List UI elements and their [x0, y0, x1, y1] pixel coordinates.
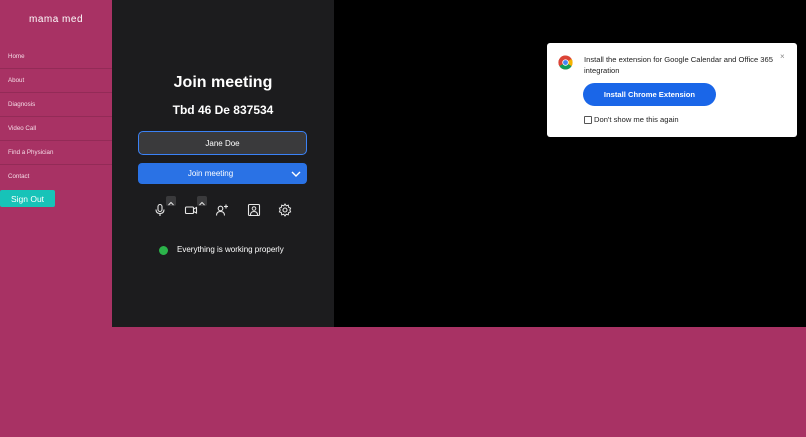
microphone-icon[interactable]: [153, 203, 167, 217]
gear-icon[interactable]: [278, 203, 292, 217]
close-icon[interactable]: ×: [780, 52, 785, 61]
nav-item-video-call[interactable]: Video Call: [0, 117, 112, 141]
brand-logo[interactable]: mama med: [0, 14, 112, 25]
status-text: Everything is working properly: [177, 245, 284, 254]
add-person-icon[interactable]: [215, 203, 229, 217]
join-meeting-label: Join meeting: [187, 169, 234, 178]
chevron-up-icon: [199, 201, 205, 206]
install-extension-button[interactable]: Install Chrome Extension: [583, 83, 716, 106]
dont-show-checkbox[interactable]: [584, 116, 592, 124]
chevron-up-icon: [168, 201, 174, 206]
join-title: Join meeting: [173, 74, 273, 91]
nav-item-find-physician[interactable]: Find a Physician: [0, 141, 112, 165]
extension-popup: Install the extension for Google Calenda…: [547, 43, 797, 137]
sign-out-button[interactable]: Sign Out: [0, 190, 55, 207]
camera-options-button[interactable]: [197, 196, 207, 206]
chrome-icon: [558, 55, 573, 70]
popup-message: Install the extension for Google Calenda…: [584, 55, 773, 75]
background-image-icon[interactable]: [247, 203, 261, 217]
nav-item-about[interactable]: About: [0, 69, 112, 93]
meeting-id: Tbd 46 De 837534: [172, 103, 274, 117]
dont-show-label[interactable]: Don't show me this again: [594, 115, 679, 124]
join-meeting-button[interactable]: Join meeting: [138, 163, 307, 184]
microphone-options-button[interactable]: [166, 196, 176, 206]
nav-item-diagnosis[interactable]: Diagnosis: [0, 93, 112, 117]
status-indicator-dot: [159, 246, 168, 255]
nav-item-home[interactable]: Home: [0, 45, 112, 69]
camera-icon[interactable]: [184, 203, 198, 217]
name-input[interactable]: [138, 131, 307, 155]
chevron-down-icon[interactable]: [290, 168, 302, 180]
sidebar: mama med Home About Diagnosis Video Call…: [0, 0, 112, 327]
nav-item-contact[interactable]: Contact: [0, 165, 112, 189]
